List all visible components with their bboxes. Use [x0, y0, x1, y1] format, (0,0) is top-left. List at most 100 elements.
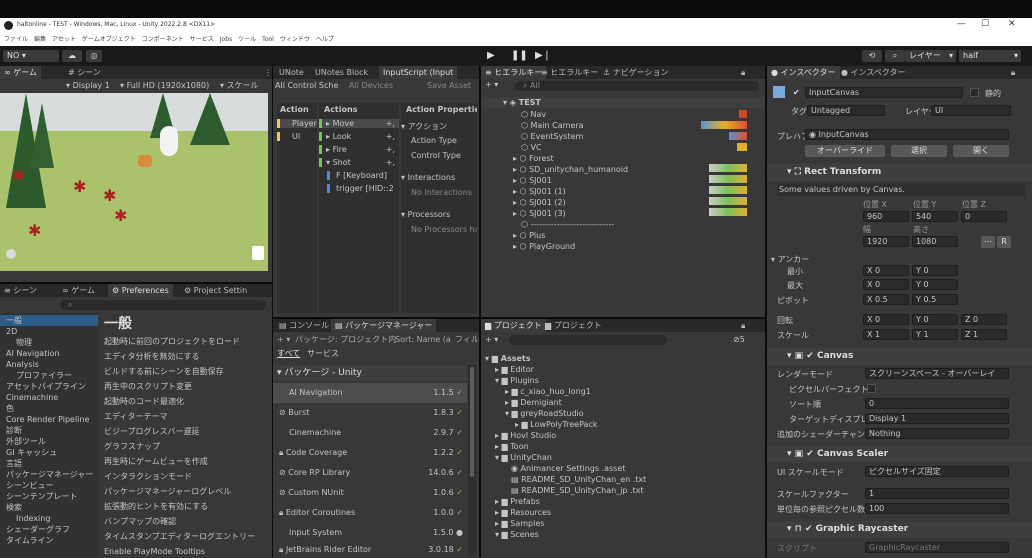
- packages-services-tab[interactable]: サービス: [307, 347, 339, 361]
- pref-setting[interactable]: 拡張動的ヒントを有効にする: [104, 501, 270, 512]
- pref-cat-external-tools[interactable]: 外部ツール: [0, 436, 98, 447]
- step-button[interactable]: ▶❘: [535, 50, 551, 61]
- packages-section-header[interactable]: ▾ パッケージ - Unity: [273, 365, 467, 381]
- pref-cat-ai-navigation[interactable]: AI Navigation: [0, 348, 98, 359]
- package-row-custom-nunit[interactable]: ⊘ Custom NUnit 1.0.6 ✓: [273, 483, 467, 503]
- pref-setting[interactable]: パッケージマネージャーログレベル: [104, 486, 270, 497]
- resolution-dropdown[interactable]: ▾ Full HD (1920x1080): [120, 79, 209, 93]
- action-fire[interactable]: ▸ Fire +,: [319, 145, 399, 154]
- add-package-button[interactable]: + ▾: [277, 333, 290, 347]
- project-file[interactable]: ◉ Animancer Settings .asset: [481, 463, 765, 474]
- menu-gameobject[interactable]: ゲームオブジェクト: [82, 36, 136, 43]
- maximize-button[interactable]: ☐: [981, 19, 989, 29]
- tab-inspector-2[interactable]: ● インスペクター: [837, 66, 910, 79]
- scale-x[interactable]: X 1: [863, 329, 909, 340]
- devices-dropdown[interactable]: All Devices: [349, 79, 393, 93]
- package-row-ai-navigation[interactable]: AI Navigation 1.1.5 ✓: [273, 383, 467, 403]
- package-row-code-coverage[interactable]: 🔒︎ Code Coverage 1.2.2 ✓: [273, 443, 467, 463]
- pref-cat-physics[interactable]: 物理: [0, 337, 98, 348]
- graphic-raycaster-header[interactable]: ▾ ⊓ ✔ Graphic Raycaster: [767, 521, 1032, 538]
- project-folder[interactable]: ▸ ▆ Editor: [481, 364, 765, 375]
- tab-game[interactable]: ∞ ゲーム: [0, 66, 41, 79]
- layer-dropdown[interactable]: UI: [931, 105, 1011, 116]
- scale-factor-field[interactable]: 1: [865, 488, 1009, 499]
- ref-ppu-field[interactable]: 100: [865, 503, 1009, 514]
- pos-y-field[interactable]: 540: [912, 211, 958, 222]
- pref-cat-indexing[interactable]: Indexing: [0, 513, 98, 524]
- tab-project-2[interactable]: ▆ プロジェクト: [541, 319, 606, 332]
- tag-dropdown[interactable]: Untagged: [807, 105, 885, 116]
- visibility-count[interactable]: ⊘5: [733, 333, 745, 347]
- project-folder[interactable]: ▸ ▆ Demigiant: [481, 397, 765, 408]
- binding-hid[interactable]: trigger [HID::2: [327, 184, 394, 193]
- package-row-input-system[interactable]: Input System 1.5.0 ●: [273, 523, 467, 543]
- pivot-y[interactable]: Y 0.5: [912, 294, 958, 305]
- tab-navigation[interactable]: ⚓ ナビゲーション: [599, 66, 673, 79]
- package-row-burst[interactable]: ⊘ Burst 1.8.3 ✓: [273, 403, 467, 423]
- play-button[interactable]: ▶: [487, 50, 495, 61]
- tab-unote[interactable]: UNote: [275, 66, 308, 79]
- package-list-scrollbar[interactable]: [468, 365, 476, 555]
- minimize-button[interactable]: —: [957, 19, 966, 29]
- menu-window[interactable]: ウィンドウ: [280, 36, 310, 43]
- pos-x-field[interactable]: 960: [863, 211, 909, 222]
- scale-y[interactable]: Y 1: [912, 329, 958, 340]
- pref-cat-cinemachine[interactable]: Cinemachine: [0, 392, 98, 403]
- pref-setting[interactable]: 再生中のスクリプト変更: [104, 381, 270, 392]
- hierarchy-item-playground[interactable]: ▸ ⬡ PlayGround: [481, 241, 765, 252]
- pref-cat-analysis[interactable]: Analysis: [0, 359, 98, 370]
- binding-keyboard[interactable]: F [Keyboard]: [327, 171, 387, 180]
- display-dropdown[interactable]: ▾ Display 1: [66, 79, 110, 93]
- pref-setting[interactable]: Enable PlayMode Tooltips: [104, 546, 270, 556]
- pref-setting[interactable]: 起動時に前回のプロジェクトをロード: [104, 336, 270, 347]
- menu-tool[interactable]: Tool: [262, 36, 274, 43]
- tab-project-settings[interactable]: ⚙ Project Settin: [180, 284, 251, 297]
- pref-setting[interactable]: エディターテーマ: [104, 411, 270, 422]
- project-folder[interactable]: ▸ ▆ Prefabs: [481, 496, 765, 507]
- tab-project[interactable]: ▆ プロジェクト: [481, 319, 546, 332]
- pixel-perfect-checkbox[interactable]: [867, 384, 876, 393]
- project-file[interactable]: ▤ README_SD_UnityChan_en .txt: [481, 474, 765, 485]
- menu-assets[interactable]: アセット: [52, 36, 76, 43]
- pref-cat-diagnostics[interactable]: 診断: [0, 425, 98, 436]
- pref-cat-languages[interactable]: 言語: [0, 458, 98, 469]
- menu-edit[interactable]: 編集: [34, 36, 46, 43]
- pref-cat-scene-template[interactable]: シーンテンプレート: [0, 491, 98, 502]
- pivot-x[interactable]: X 0.5: [863, 294, 909, 305]
- pref-cat-core-render[interactable]: Core Render Pipeline: [0, 414, 98, 425]
- close-button[interactable]: ✕: [1008, 19, 1016, 29]
- project-folder[interactable]: ▸ ▆ c_xiao_huo_long1: [481, 386, 765, 397]
- project-folder[interactable]: ▾ ▆ greyRoadStudio: [481, 408, 765, 419]
- raw-edit-button[interactable]: R: [997, 236, 1011, 248]
- hierarchy-item-separator[interactable]: ⬡ -----------------------------: [481, 219, 765, 230]
- pref-setting[interactable]: グラフスナップ: [104, 441, 270, 452]
- pref-setting[interactable]: 再生時にゲームビューを作成: [104, 456, 270, 467]
- action-move[interactable]: ▸ Move +,: [319, 119, 399, 128]
- packages-filters[interactable]: フィルタ: [455, 333, 479, 347]
- rotation-z[interactable]: Z 0: [961, 314, 1007, 325]
- pref-cat-timeline[interactable]: タイムライン: [0, 535, 98, 546]
- rotation-y[interactable]: Y 0: [912, 314, 958, 325]
- lock-icon[interactable]: 🔒︎: [737, 66, 749, 79]
- map-player[interactable]: Player: [277, 119, 317, 128]
- pos-z-field[interactable]: 0: [961, 211, 1007, 222]
- pref-setting[interactable]: バンプマップの確認: [104, 516, 270, 527]
- menu-file[interactable]: ファイル: [4, 36, 28, 43]
- anchor-max-x[interactable]: X 0: [863, 279, 909, 290]
- package-row-rider[interactable]: 🔒︎ JetBrains Rider Editor 3.0.18 ✓: [273, 543, 467, 557]
- layout-dropdown[interactable]: half ▾: [959, 50, 1021, 62]
- pref-cat-package-manager[interactable]: パッケージマネージャー: [0, 469, 98, 480]
- rotation-x[interactable]: X 0: [863, 314, 909, 325]
- tab-inspector[interactable]: ● インスペクター: [767, 66, 840, 79]
- packages-scope-dropdown[interactable]: パッケージ: プロジェクト内: [295, 333, 396, 347]
- joystick-button[interactable]: [6, 249, 16, 259]
- hierarchy-search-input[interactable]: ⌕ All: [515, 81, 759, 91]
- project-search-input[interactable]: [509, 335, 667, 345]
- project-file[interactable]: ▤ README_SD_UnityChan_jp .txt: [481, 485, 765, 496]
- menu-tools[interactable]: ツール: [238, 36, 256, 43]
- scene-root[interactable]: ▾ ◈ TEST: [481, 97, 765, 108]
- anchor-min-y[interactable]: Y 0: [912, 265, 958, 276]
- tab-preferences[interactable]: ⚙ Preferences: [108, 284, 173, 297]
- hierarchy-item-eventsystem[interactable]: ⬡ EventSystem: [481, 131, 765, 142]
- target-display-dropdown[interactable]: Display 1: [865, 413, 1009, 424]
